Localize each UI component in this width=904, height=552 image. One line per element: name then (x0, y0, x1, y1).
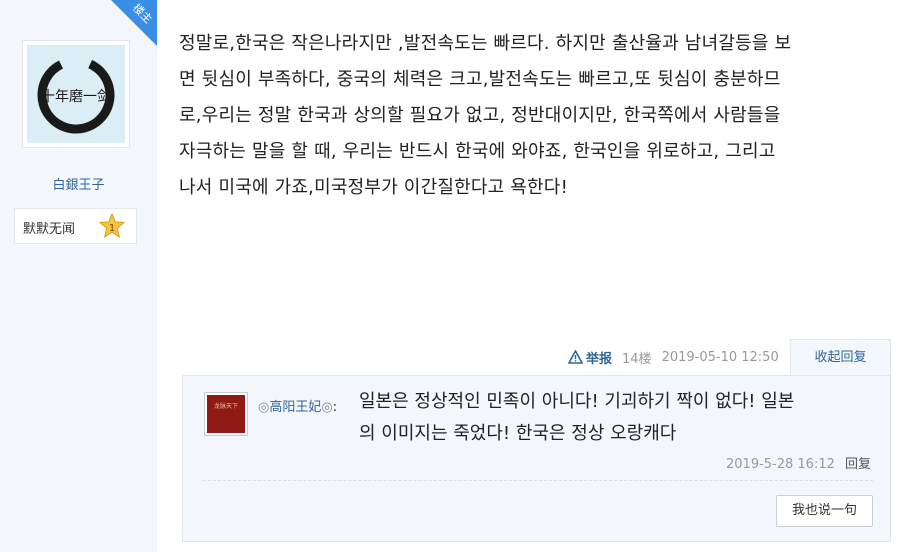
reply-link[interactable]: 回复 (845, 457, 871, 472)
reply-divider (203, 480, 873, 481)
reply-section: 龙脉天下 ◎高阳王妃◎: 일본은 정상적인 민족이 아니다! 기괴하기 짝이 없… (182, 375, 891, 542)
say-something-button[interactable]: 我也说一句 (776, 495, 873, 527)
post-line: 정말로,한국은 작은나라지만 ,발전속도는 빠르다. 하지만 출산율과 남녀갈등… (179, 33, 792, 54)
author-username[interactable]: 白銀王子 (0, 174, 157, 193)
reply-avatar-text: 龙脉天下 (214, 402, 238, 410)
avatar[interactable]: 十年磨一剑 (22, 40, 130, 148)
floor-number: 14楼 (622, 351, 652, 367)
reply-avatar-image: 龙脉天下 (207, 395, 245, 433)
post-line: 자극하는 말을 할 때, 우리는 반드시 한국에 와야죠, 한국인을 위로하고,… (179, 141, 776, 162)
post-content: 정말로,한국은 작은나라지만 ,발전속도는 빠르다. 하지만 출산율과 남녀갈등… (179, 26, 891, 206)
medal-box[interactable]: 默默无闻 1 (14, 208, 137, 244)
reply-line: 일본은 정상적인 민족이 아니다! 기괴하기 짝이 없다! 일본 (359, 391, 795, 412)
post-time: 2019-05-10 12:50 (661, 349, 779, 365)
reply-line: 의 이미지는 죽었다! 한국은 정상 오랑캐다 (359, 423, 677, 444)
calligraphy-avatar-image: 十年磨一剑 (27, 45, 125, 143)
post-line: 면 뒷심이 부족하다, 중국의 체력은 크고,발전속도는 빠르고,또 뒷심이 충… (179, 69, 781, 90)
reply-meta: 2019-5-28 16:12 回复 (726, 453, 871, 472)
post-line: 로,우리는 정말 한국과 상의할 필요가 없고, 정반대이지만, 한국쪽에서 사… (179, 105, 781, 126)
ornament-right: ◎ (321, 400, 333, 415)
post-meta: 举报 14楼 2019-05-10 12:50 (568, 348, 779, 367)
author-sidebar: 楼主 十年磨一剑 白銀王子 默默无闻 1 (0, 0, 157, 552)
ornament-left: ◎ (258, 400, 270, 415)
reply-username-row: ◎高阳王妃◎: (258, 400, 338, 415)
avatar-calligraphy-text: 十年磨一剑 (41, 89, 111, 105)
post-line: 나서 미국에 가죠,미국정부가 이간질한다고 욕한다! (179, 177, 568, 198)
report-label: 举报 (586, 351, 613, 367)
reply-username[interactable]: 高阳王妃 (269, 400, 321, 415)
collapse-replies-button[interactable]: 收起回复 (790, 339, 891, 376)
warning-icon (568, 350, 583, 364)
reply-content: 일본은 정상적인 민족이 아니다! 기괴하기 짝이 없다! 일본 의 이미지는 … (359, 386, 884, 450)
medal-level: 1 (109, 223, 115, 234)
report-link[interactable]: 举报 (568, 348, 612, 367)
reply-time: 2019-5-28 16:12 (726, 457, 835, 472)
star-medal-icon: 1 (99, 213, 125, 239)
reply-avatar[interactable]: 龙脉天下 (204, 392, 248, 436)
medal-label: 默默无闻 (23, 222, 76, 237)
